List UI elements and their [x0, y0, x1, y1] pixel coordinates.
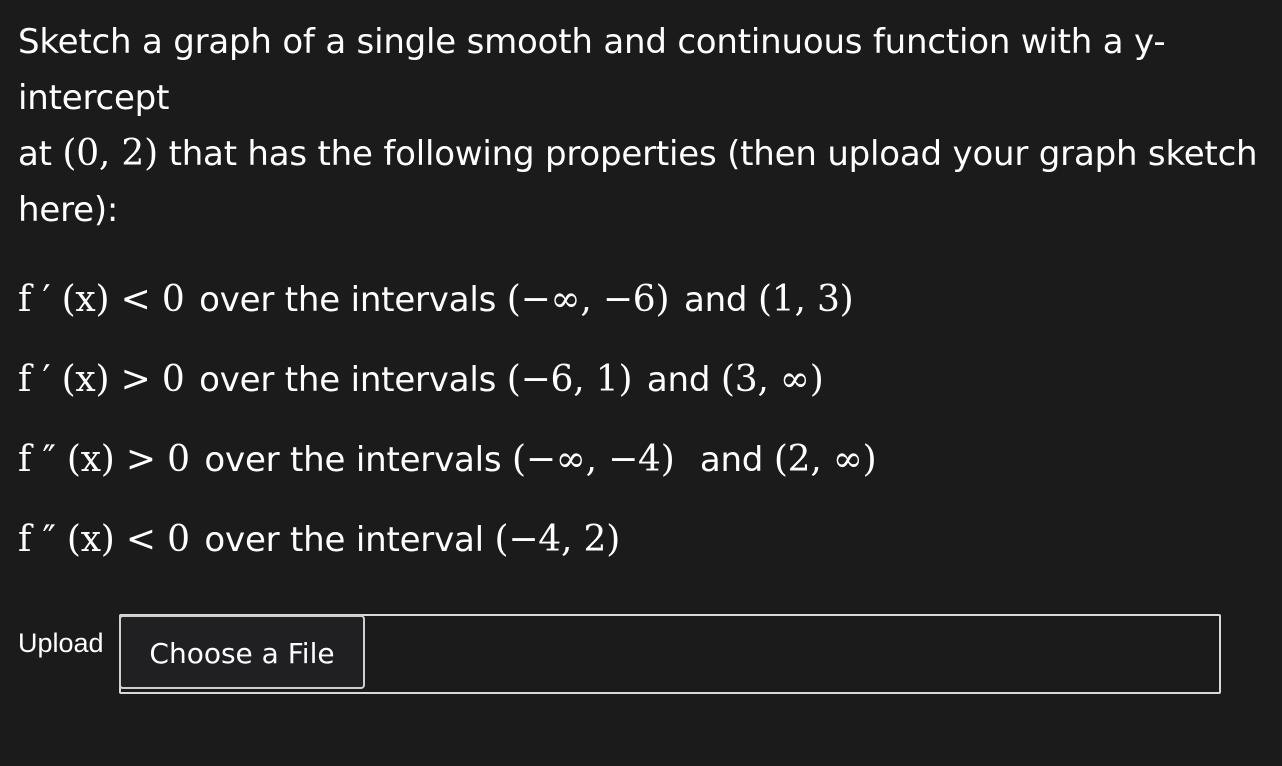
property-interval: (−4, 2) [494, 519, 621, 560]
property-connector: and [636, 360, 721, 400]
property-interval: (2, ∞) [773, 439, 877, 480]
prompt-line-2-prefix: at [18, 134, 63, 174]
property-interval: (−∞, −4) [512, 439, 675, 480]
property-text: over the intervals [193, 440, 512, 480]
property-interval: (1, 3) [757, 279, 854, 320]
property-expression: f ″ (x) > 0 [18, 439, 190, 480]
property-text: over the interval [193, 520, 495, 560]
property-text: over the intervals [188, 280, 507, 320]
property-first-derivative-negative: f ′ (x) < 0 over the intervals (−∞, −6) … [18, 260, 1278, 340]
question-container: Sketch a graph of a single smooth and co… [18, 14, 1278, 580]
property-first-derivative-positive: f ′ (x) > 0 over the intervals (−6, 1) a… [18, 340, 1278, 420]
property-interval: (3, ∞) [720, 359, 824, 400]
properties-list: f ′ (x) < 0 over the intervals (−∞, −6) … [18, 260, 1278, 580]
prompt-line-3: here): [18, 190, 119, 230]
property-interval: (−∞, −6) [506, 279, 670, 320]
upload-label: Upload [18, 628, 104, 658]
question-prompt: Sketch a graph of a single smooth and co… [18, 14, 1278, 238]
property-text: over the intervals [188, 360, 507, 400]
property-second-derivative-negative: f ″ (x) < 0 over the interval (−4, 2) [18, 500, 1278, 580]
choose-file-button[interactable]: Choose a File [119, 615, 365, 689]
prompt-line-1: Sketch a graph of a single smooth and co… [18, 22, 1166, 118]
upload-row: Upload Choose a File [18, 614, 1221, 694]
property-expression: f ′ (x) < 0 [18, 279, 185, 320]
property-connector: and [673, 280, 758, 320]
intercept-point: (0, 2) [62, 133, 158, 174]
property-expression: f ″ (x) < 0 [18, 519, 190, 560]
property-expression: f ′ (x) > 0 [18, 359, 185, 400]
prompt-line-2-suffix: that has the following properties (then … [157, 134, 1258, 174]
property-interval: (−6, 1) [506, 359, 633, 400]
property-second-derivative-positive: f ″ (x) > 0 over the intervals (−∞, −4) … [18, 420, 1278, 500]
property-connector: and [678, 440, 774, 480]
